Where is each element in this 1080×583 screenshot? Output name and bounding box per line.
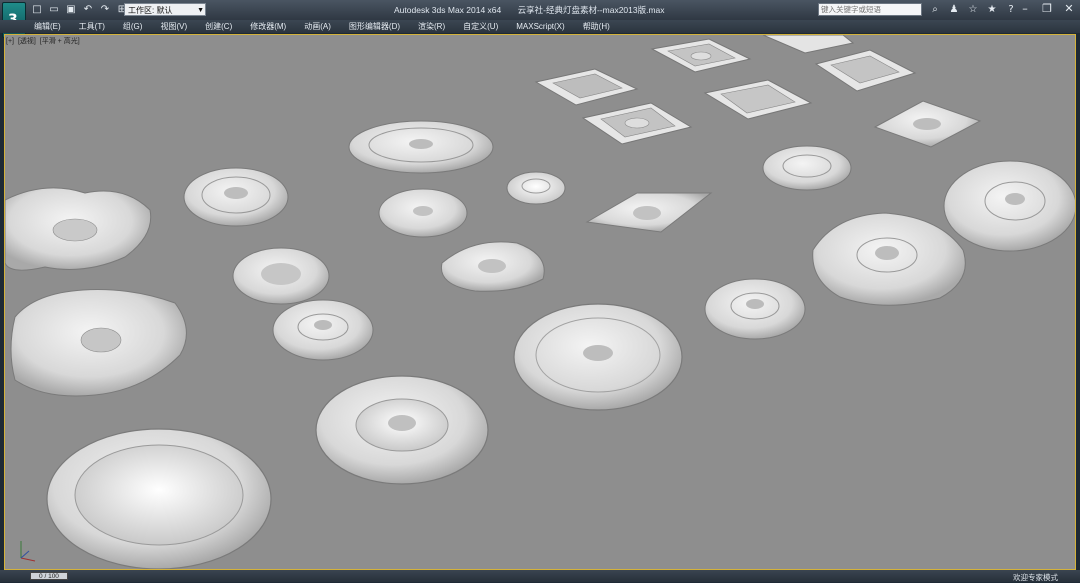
restore-icon[interactable]: ❐ (1040, 3, 1054, 16)
viewport-menu-label[interactable]: [+] (6, 38, 14, 45)
communication-icon[interactable]: ☆ (966, 3, 980, 16)
menu-help[interactable]: 帮助(H) (583, 21, 610, 32)
chevron-down-icon: ▼ (197, 7, 204, 14)
square-panel-5[interactable] (703, 79, 813, 120)
round-medallion-4[interactable] (762, 145, 852, 191)
quatrefoil-medallion[interactable] (812, 212, 966, 306)
menu-tools[interactable]: 工具(T) (79, 21, 105, 32)
search-input[interactable] (819, 4, 921, 15)
round-medallion-7[interactable] (272, 299, 374, 361)
oval-medallion-mid[interactable] (440, 241, 545, 292)
file-name: 云享社-经典灯盘素材--max2013版.max (517, 5, 665, 15)
status-bar (0, 570, 1080, 582)
open-icon[interactable]: ▭ (47, 3, 61, 17)
axis-tripod-icon (20, 541, 36, 562)
info-center: ⌕ ♟ ☆ ★ ? (928, 3, 1018, 16)
menu-create[interactable]: 创建(C) (205, 21, 232, 32)
round-medallion-5[interactable] (943, 160, 1075, 252)
subscription-icon[interactable]: ♟ (947, 3, 961, 16)
redo-icon[interactable]: ↷ (98, 3, 112, 17)
save-icon[interactable]: ▣ (64, 3, 78, 17)
menu-rendering[interactable]: 渲染(R) (418, 21, 445, 32)
viewport-scene (5, 35, 1075, 569)
favorites-icon[interactable]: ★ (985, 3, 999, 16)
viewport-view-label[interactable]: [透视] (18, 38, 36, 45)
square-panel-3[interactable] (762, 35, 855, 54)
menu-edit[interactable]: 编辑(E) (34, 21, 61, 32)
menu-views[interactable]: 视图(V) (160, 21, 187, 32)
minimize-icon[interactable]: – (1018, 3, 1032, 16)
large-ornate-medallion[interactable] (513, 303, 683, 411)
menu-maxscript[interactable]: MAXScript(X) (516, 21, 564, 32)
menu-bar: 编辑(E) 工具(T) 组(G) 视图(V) 创建(C) 修改器(M) 动画(A… (0, 20, 1080, 33)
ornate-medallion-left-mid[interactable] (10, 289, 187, 397)
window-controls: – ❐ ✕ (1018, 3, 1076, 16)
viewport-shading-label[interactable]: [平滑 + 高光] (40, 38, 80, 45)
round-medallion-6[interactable] (232, 247, 330, 305)
menu-group[interactable]: 组(G) (123, 21, 143, 32)
quick-access-toolbar: □ ▭ ▣ ↶ ↷ ⊞ (30, 3, 129, 17)
round-medallion-8[interactable] (704, 278, 806, 340)
ornate-medallion-left-top[interactable] (5, 187, 152, 271)
frame-counter: 0 / 100 (39, 573, 59, 580)
menu-graph-editors[interactable]: 图形编辑器(D) (349, 21, 400, 32)
menu-customize[interactable]: 自定义(U) (463, 21, 498, 32)
floral-medallion[interactable] (315, 375, 489, 485)
square-panel-6[interactable] (814, 49, 917, 92)
search-box[interactable] (818, 3, 922, 16)
workspace-label: 工作区: 默认 (128, 6, 173, 15)
viewport-label[interactable]: [+] [透视] [平滑 + 高光] (6, 36, 82, 46)
square-panel-4[interactable] (581, 102, 693, 145)
menu-animation[interactable]: 动画(A) (304, 21, 331, 32)
round-medallion-1[interactable] (183, 167, 289, 227)
time-slider[interactable]: 0 / 100 (30, 572, 68, 580)
app-title: Autodesk 3ds Max 2014 x64 (394, 5, 502, 15)
round-medallion-3[interactable] (506, 171, 566, 205)
menu-modifiers[interactable]: 修改器(M) (250, 21, 286, 32)
round-medallion-2[interactable] (378, 188, 468, 238)
binoculars-icon[interactable]: ⌕ (928, 3, 942, 16)
oval-medallion-top[interactable] (348, 120, 494, 174)
title-bar: □ ▭ ▣ ↶ ↷ ⊞ 工作区: 默认 ▼ Autodesk 3ds Max 2… (0, 0, 1080, 20)
new-icon[interactable]: □ (30, 3, 44, 17)
diamond-medallion-right[interactable] (873, 100, 982, 148)
diamond-medallion-mid[interactable] (585, 192, 713, 233)
large-plate-medallion[interactable] (46, 428, 272, 569)
window-title: Autodesk 3ds Max 2014 x64 云享社-经典灯盘素材--ma… (394, 4, 665, 16)
help-icon[interactable]: ? (1004, 3, 1018, 16)
square-panel-2[interactable] (650, 38, 752, 73)
expert-mode-label[interactable]: 欢迎专家模式 (1013, 572, 1058, 583)
workspace-dropdown[interactable]: 工作区: 默认 ▼ (124, 3, 206, 16)
square-panel-1[interactable] (534, 68, 639, 106)
close-icon[interactable]: ✕ (1062, 3, 1076, 16)
undo-icon[interactable]: ↶ (81, 3, 95, 17)
